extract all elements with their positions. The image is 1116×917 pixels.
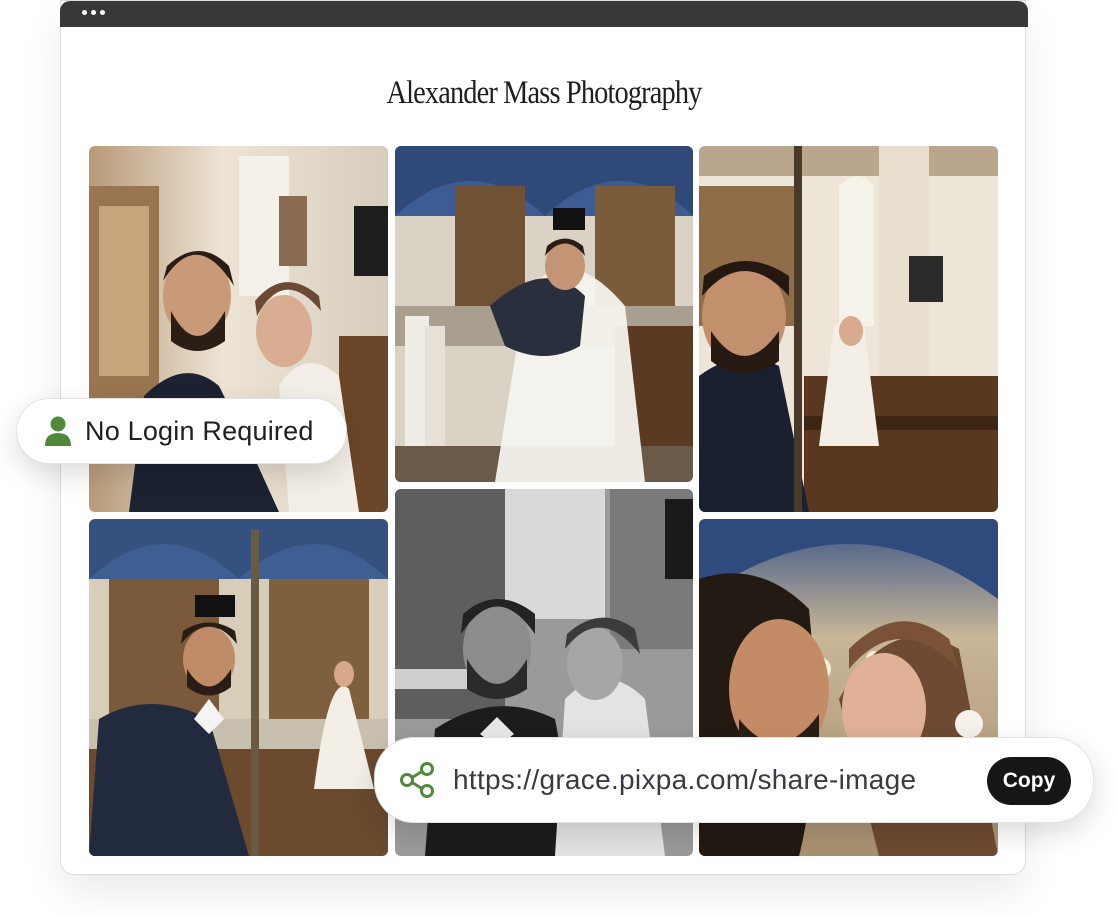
window-dot <box>91 10 96 15</box>
stage: Alexander Mass Photography No Login Requ… <box>0 0 1116 917</box>
gallery-photo[interactable] <box>89 519 388 856</box>
site-title: Alexander Mass Photography <box>386 75 702 111</box>
window-dots <box>82 10 105 15</box>
gallery-photo[interactable] <box>699 146 998 512</box>
window-titlebar <box>60 1 1028 27</box>
gallery-photo[interactable] <box>395 146 693 482</box>
share-icon <box>399 762 435 798</box>
no-login-badge: No Login Required <box>16 398 347 464</box>
no-login-label: No Login Required <box>85 415 314 446</box>
share-link-bar: https://grace.pixpa.com/share-image Copy <box>374 737 1094 823</box>
share-url[interactable]: https://grace.pixpa.com/share-image <box>453 764 916 796</box>
window-dot <box>100 10 105 15</box>
copy-button[interactable]: Copy <box>987 757 1071 805</box>
window-dot <box>82 10 87 15</box>
user-icon <box>43 415 73 447</box>
